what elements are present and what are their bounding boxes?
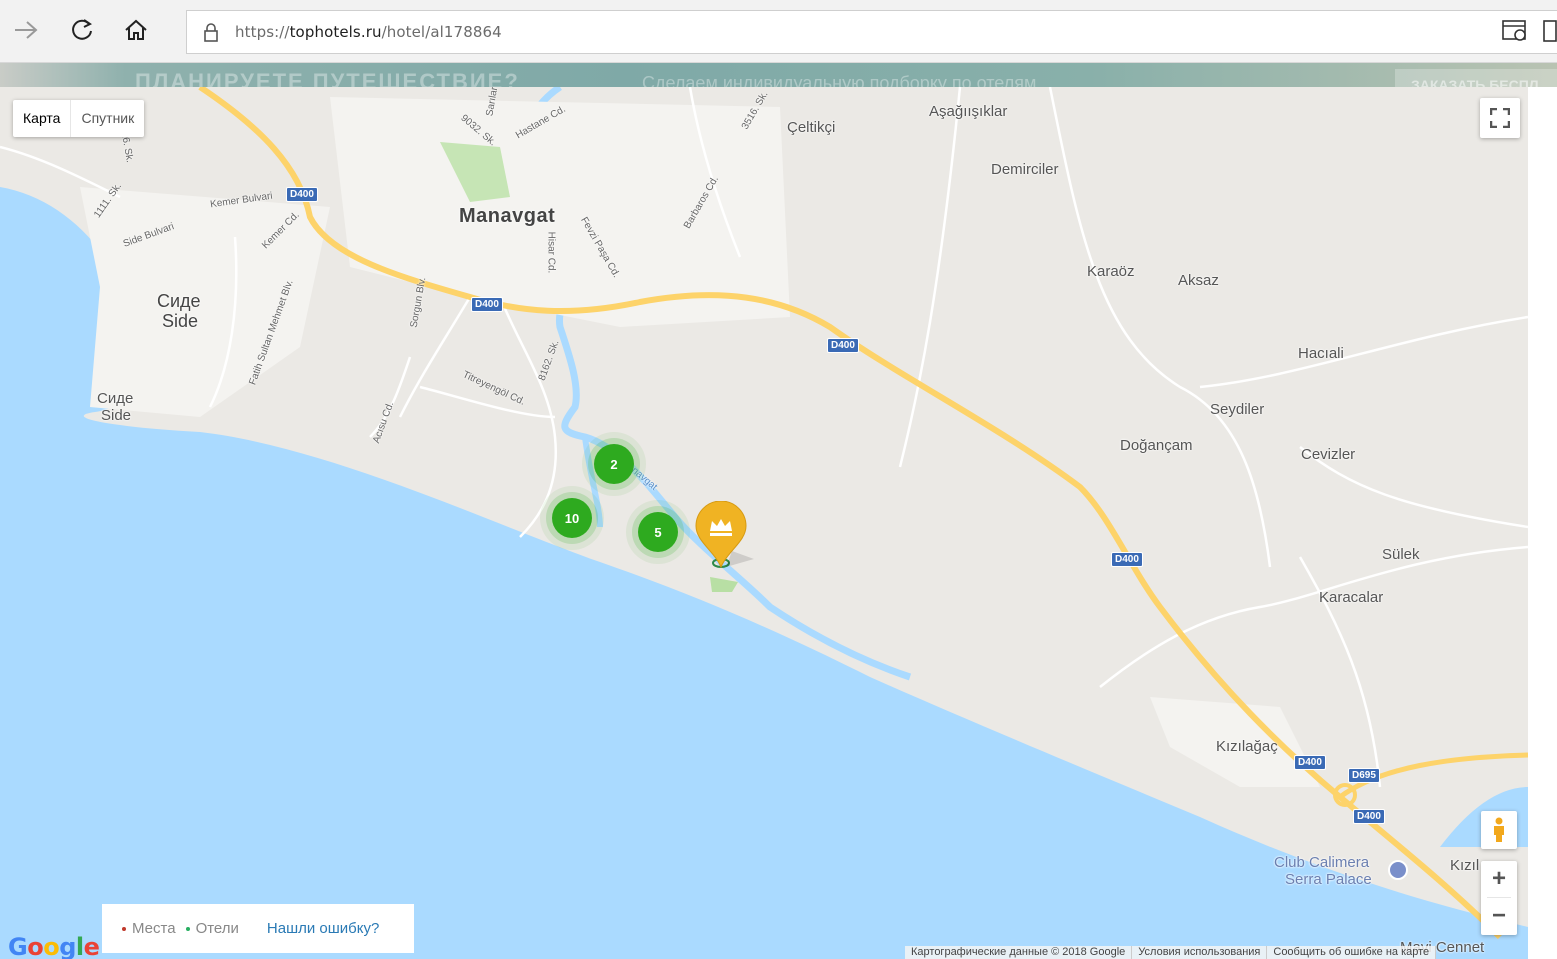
pegman-icon [1494,817,1504,842]
place-label: Cevizler [1301,446,1356,463]
zoom-in-button[interactable]: + [1481,861,1517,897]
browser-toolbar: https://tophotels.ru/hotel/al178864 [0,0,1557,63]
place-label: Manavgat [459,205,556,227]
banner-subline: Сделаем индивидуальную подборку по отеля… [642,73,1037,87]
place-label: Hacıali [1298,345,1344,362]
forward-button[interactable] [8,12,44,48]
google-logo[interactable]: Google [8,933,100,959]
page-sidebar-edge [1528,87,1557,959]
zoom-control: + − [1481,861,1517,935]
hotel-poi-icon[interactable] [1388,860,1408,880]
map-base [0,87,1528,959]
map-data-credit: Картографические данные © 2018 Google [905,946,1133,959]
reading-view-icon[interactable] [1502,20,1528,42]
road-shield: D400 [827,338,859,353]
legend-hotels: Отели [185,920,239,937]
place-label: Сиде [97,390,134,407]
place-label: Side [101,407,132,424]
hotels-dot-icon [185,927,190,932]
lock-icon [204,23,218,42]
refresh-button[interactable] [64,12,100,48]
report-map-error-link[interactable]: Сообщить об ошибке на карте [1267,946,1437,959]
road-shield: D400 [286,187,318,202]
home-button[interactable] [118,12,154,48]
place-label: Side [162,311,199,331]
road-shield: D400 [1111,552,1143,567]
places-dot-icon [122,927,126,932]
road-shield: D400 [1294,755,1326,770]
fullscreen-button[interactable] [1480,98,1520,138]
place-label: Serra Palace [1285,871,1372,888]
favorites-icon[interactable] [1543,20,1557,42]
map-attribution: Картографические данные © 2018 Google Ус… [905,946,1437,959]
road-shield: D400 [471,297,503,312]
hotel-cluster-marker[interactable]: 2 [594,444,634,484]
refresh-icon [72,19,92,40]
hotel-cluster-marker[interactable]: 10 [552,498,592,538]
terms-link[interactable]: Условия использования [1132,946,1268,959]
place-label: Sülek [1382,546,1420,563]
place-label: Çeltikçi [787,119,836,136]
map-type-map-button[interactable]: Карта [13,100,72,137]
legend-places: Места [122,920,176,937]
place-label: Demirciler [991,161,1059,178]
report-error-link[interactable]: Нашли ошибку? [267,920,379,937]
place-label: Club Calimera [1274,854,1370,871]
url-text: https://tophotels.ru/hotel/al178864 [235,23,502,41]
place-label: Seydiler [1210,401,1265,418]
place-label: Aksaz [1178,272,1219,289]
home-icon [125,19,147,40]
promo-banner: ПЛАНИРУЕТЕ ПУТЕШЕСТВИЕ? Сделаем индивиду… [0,63,1557,87]
address-bar[interactable]: https://tophotels.ru/hotel/al178864 [186,10,1557,54]
banner-cta-button[interactable]: ЗАКАЗАТЬ БЕСПЛ [1395,69,1557,87]
forward-arrow-icon [15,21,38,39]
road-shield: D400 [1353,809,1385,824]
road-shield: D695 [1348,768,1380,783]
map-type-satellite-button[interactable]: Спутник [71,100,144,137]
place-label: Karacalar [1319,589,1384,606]
place-label: Сиде [157,291,201,311]
street-view-pegman-button[interactable] [1481,811,1517,849]
place-label: Kızılağaç [1216,738,1278,755]
map-type-control: Карта Спутник [13,100,145,137]
place-label: Doğançam [1120,437,1193,454]
zoom-out-button[interactable]: − [1481,898,1517,934]
banner-headline: ПЛАНИРУЕТЕ ПУТЕШЕСТВИЕ? [135,69,520,87]
street-label: Hisar Cd. [545,231,557,274]
fullscreen-icon [1490,108,1510,128]
place-label: Karaöz [1087,263,1135,280]
map-canvas[interactable]: D400 D400 D400 D400 D400 D695 D400 Manav… [0,87,1528,959]
map-legend: Места Отели Нашли ошибку? [102,904,414,953]
hotel-cluster-marker[interactable]: 5 [638,512,678,552]
place-label: Kızıl [1450,857,1480,874]
place-label: Aşağıışıklar [929,103,1008,120]
selected-hotel-pin[interactable] [692,501,762,577]
